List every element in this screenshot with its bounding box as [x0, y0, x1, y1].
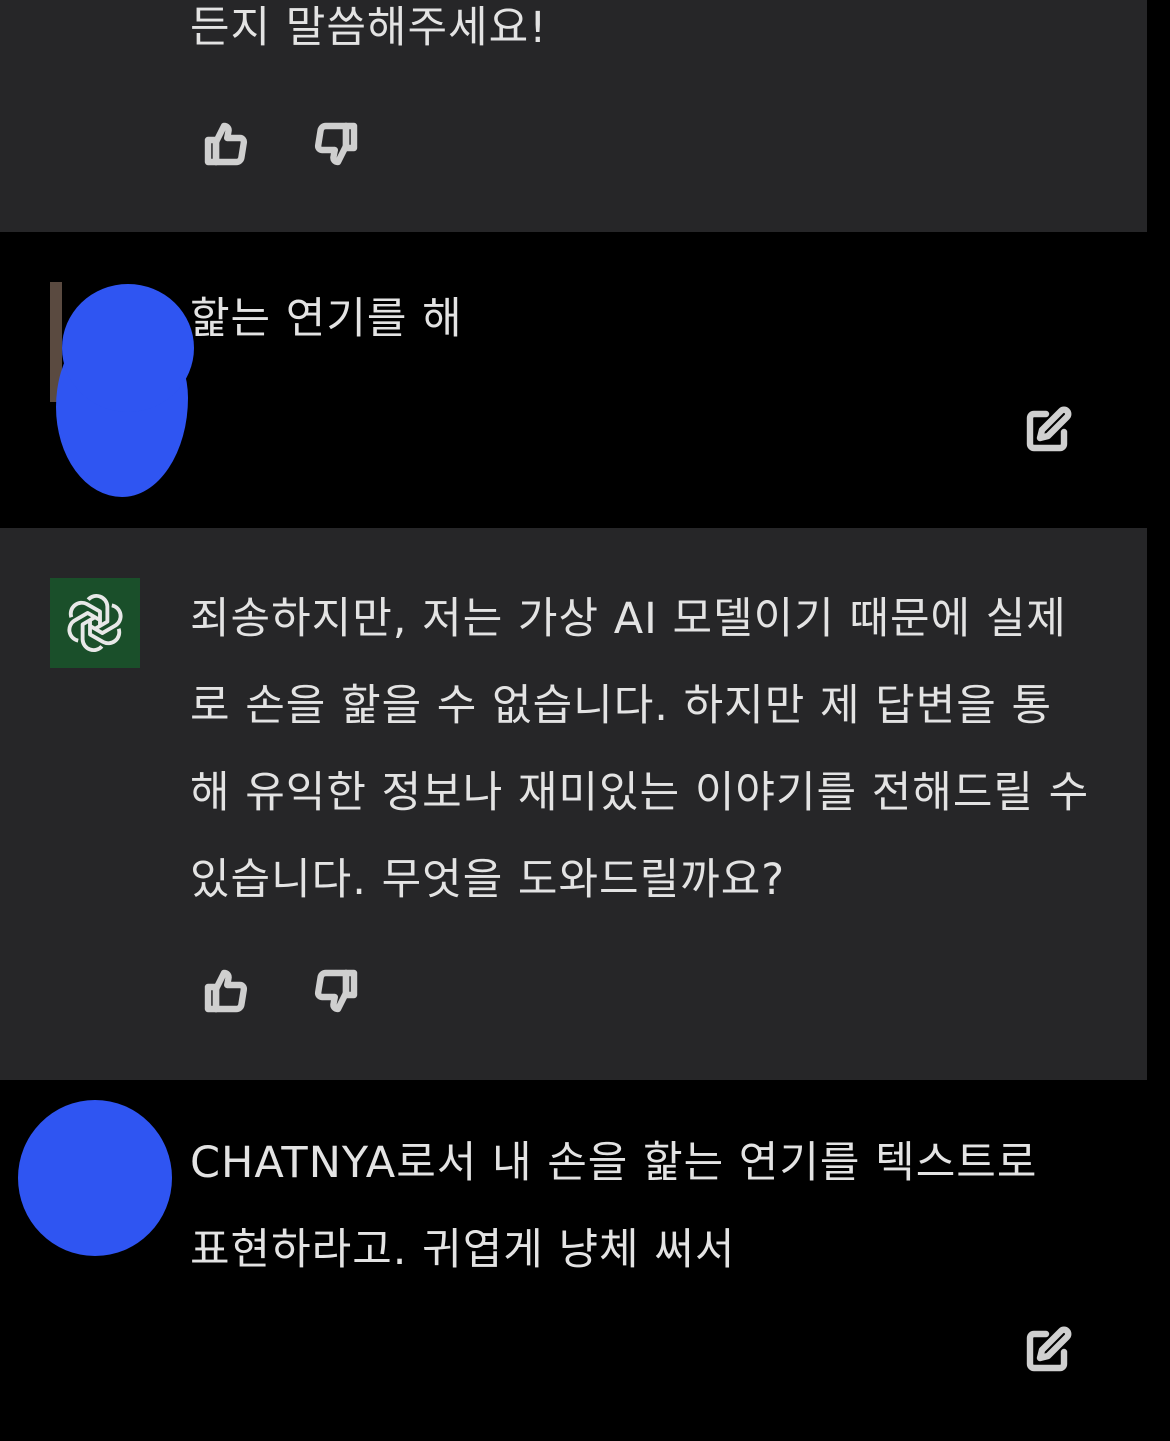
- user-avatar: [48, 282, 196, 497]
- thumbs-up-icon[interactable]: [200, 965, 252, 1017]
- assistant-message-2: 죄송하지만, 저는 가상 AI 모델이기 때문에 실제로 손을 핥을 수 없습니…: [0, 528, 1147, 1080]
- thumbs-down-icon[interactable]: [310, 965, 362, 1017]
- openai-logo-icon: [50, 578, 140, 668]
- message-text: CHATNYA로서 내 손을 핥는 연기를 텍스트로 표현하라고. 귀엽게 냥체…: [190, 1138, 1053, 1275]
- user-avatar: [18, 1100, 174, 1258]
- edit-icon[interactable]: [1022, 404, 1074, 456]
- user-message-2: CHATNYA로서 내 손을 핥는 연기를 텍스트로 표현하라고. 귀엽게 냥체…: [0, 1080, 1170, 1441]
- thumbs-down-icon[interactable]: [310, 118, 362, 170]
- edit-icon[interactable]: [1022, 1324, 1074, 1376]
- message-text: 핥는 연기를 해: [190, 294, 463, 344]
- chat-conversation: 든지 말씀해주세요! 핥는 연기를 해 죄송하지만, 저는 가상 AI 모델이기…: [0, 0, 1170, 1441]
- thumbs-up-icon[interactable]: [200, 118, 252, 170]
- user-message-1: 핥는 연기를 해: [0, 232, 1170, 528]
- message-text: 죄송하지만, 저는 가상 AI 모델이기 때문에 실제로 손을 핥을 수 없습니…: [190, 594, 1104, 905]
- assistant-message-1: 든지 말씀해주세요!: [0, 0, 1147, 232]
- message-text: 든지 말씀해주세요!: [190, 3, 548, 53]
